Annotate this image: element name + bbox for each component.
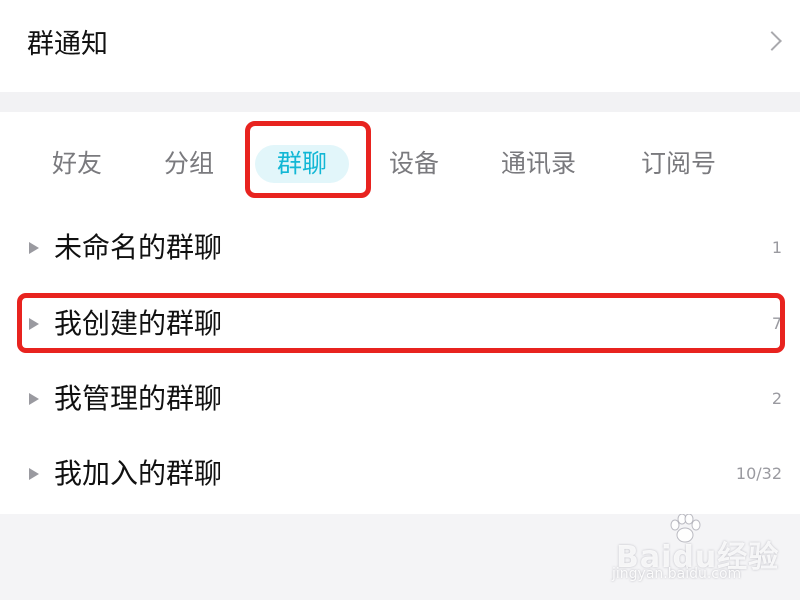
screen: 群通知 好友 分组 群聊 设备 通讯录 订阅号 未命名的群聊 1 我创建的群聊 … — [0, 0, 800, 600]
tab-devices[interactable]: 设备 — [389, 145, 439, 183]
group-category-count: 1 — [771, 238, 782, 257]
group-category-label: 我加入的群聊 — [54, 457, 223, 490]
contact-tabs: 好友 分组 群聊 设备 通讯录 订阅号 — [0, 112, 800, 212]
caret-right-icon — [29, 393, 39, 405]
section-divider — [0, 92, 800, 112]
tab-highlight-box — [245, 121, 371, 198]
baidu-watermark: Baidu经验 jingyan.baidu.com — [608, 514, 788, 594]
row-highlight-box — [17, 293, 785, 353]
group-category-count: 2 — [771, 389, 782, 408]
tab-address-book[interactable]: 通讯录 — [501, 145, 576, 183]
group-category-managed[interactable]: 我管理的群聊 2 — [0, 362, 800, 436]
group-category-joined[interactable]: 我加入的群聊 10/32 — [0, 437, 800, 511]
watermark-url: jingyan.baidu.com — [612, 566, 742, 582]
group-category-unnamed[interactable]: 未命名的群聊 1 — [0, 211, 800, 285]
tab-friends[interactable]: 好友 — [52, 145, 102, 183]
group-notice-title: 群通知 — [27, 29, 108, 60]
group-category-count: 10/32 — [735, 464, 782, 483]
group-category-label: 未命名的群聊 — [54, 231, 223, 264]
group-notice-row[interactable]: 群通知 — [0, 0, 800, 92]
chevron-right-icon — [762, 31, 782, 51]
caret-right-icon — [29, 242, 39, 254]
caret-right-icon — [29, 468, 39, 480]
group-category-label: 我管理的群聊 — [54, 382, 223, 415]
tab-subscriptions[interactable]: 订阅号 — [641, 145, 716, 183]
tab-groups-list[interactable]: 分组 — [164, 145, 214, 183]
